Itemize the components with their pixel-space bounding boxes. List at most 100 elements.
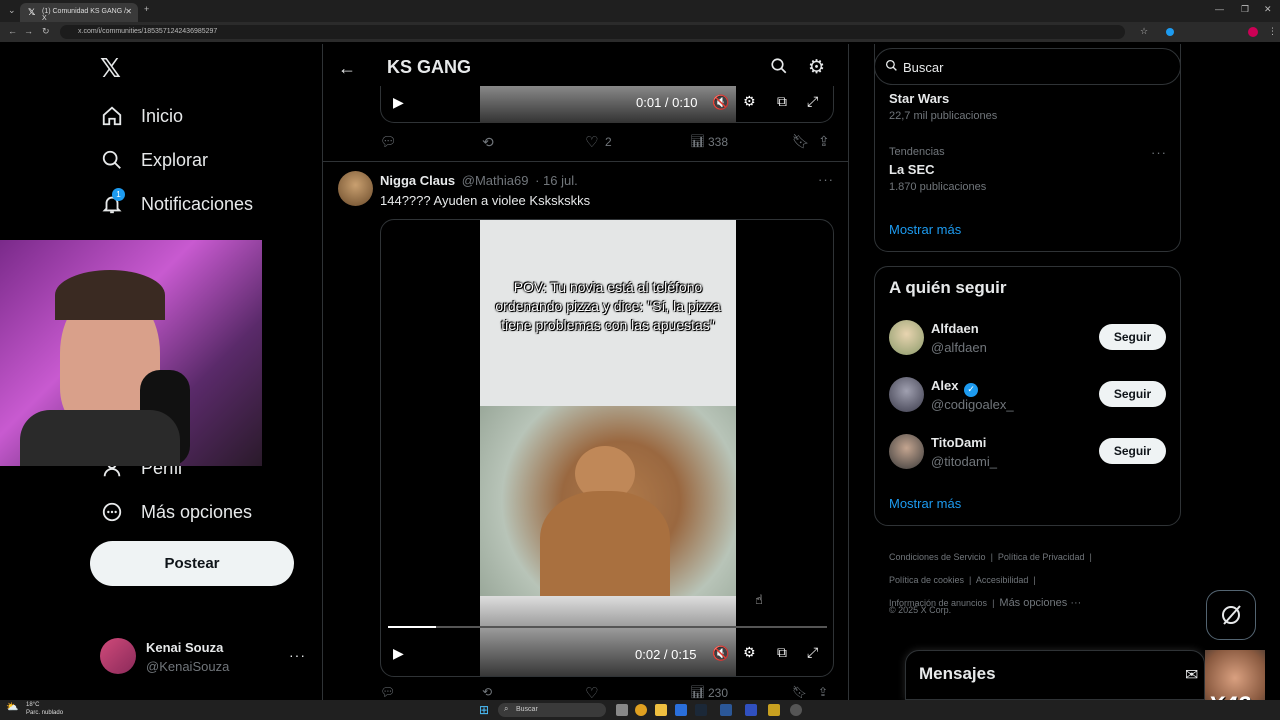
extension-icon[interactable]	[1166, 28, 1174, 36]
video-time: 0:01 / 0:10	[636, 95, 698, 110]
video-progress-track[interactable]	[388, 626, 827, 628]
tweet-author-avatar[interactable]	[338, 171, 373, 206]
fullscreen-icon[interactable]: ⤢	[807, 93, 818, 110]
x-logo-icon[interactable]: 𝕏	[100, 55, 126, 81]
reload-icon[interactable]: ↻	[42, 26, 50, 37]
privacy-link[interactable]: Política de Privacidad	[998, 552, 1085, 562]
volume-muted-icon[interactable]: 🔇	[712, 645, 729, 662]
avatar[interactable]	[100, 638, 136, 674]
retweet-icon[interactable]: ⟲	[482, 134, 494, 151]
follow-button[interactable]: Seguir	[1099, 438, 1166, 464]
browser-address-bar: ← → ↻ x.com/i/communities/18535712424369…	[0, 22, 1280, 42]
picture-in-picture-icon[interactable]: ⧉	[777, 644, 787, 661]
weather-widget[interactable]: 18°C Parc. nublado	[26, 701, 63, 717]
messages-drawer[interactable]: Mensajes ✉	[905, 650, 1205, 700]
tab-list-icon[interactable]: ⌄	[8, 5, 16, 16]
terms-link[interactable]: Condiciones de Servicio	[889, 552, 986, 562]
fullscreen-icon[interactable]: ⤢	[807, 644, 818, 661]
url-field[interactable]: x.com/i/communities/1853571242436985297	[60, 25, 1125, 39]
file-explorer-icon[interactable]	[655, 704, 667, 716]
app-icon[interactable]	[675, 704, 687, 716]
play-icon[interactable]: ▶	[393, 94, 404, 111]
like-icon[interactable]: ♡	[585, 685, 598, 699]
show-more-trends-link[interactable]: Mostrar más	[889, 222, 961, 237]
share-icon[interactable]: ⇪	[818, 133, 830, 150]
suggestion-handle[interactable]: @titodami_	[931, 454, 997, 469]
vegas-icon[interactable]	[745, 704, 757, 716]
show-more-suggestions-link[interactable]: Mostrar más	[889, 496, 961, 511]
suggestion-handle[interactable]: @alfdaen	[931, 340, 987, 355]
suggestion-avatar[interactable]	[889, 377, 924, 412]
tweet-author-name[interactable]: Nigga Claus	[380, 173, 455, 188]
back-icon[interactable]: ←	[8, 26, 17, 36]
tweet-date[interactable]: · 16 jul.	[535, 173, 578, 188]
tweet-video-player[interactable]: POV: Tu novia está al teléfono ordenando…	[380, 219, 834, 677]
suggestion-avatar[interactable]	[889, 434, 924, 469]
taskbar-search[interactable]: ⌕ Buscar	[498, 703, 606, 717]
views-icon[interactable]: 📊︎	[690, 134, 705, 148]
minimize-icon[interactable]: —	[1215, 4, 1224, 14]
settings-gear-icon[interactable]	[790, 704, 802, 716]
bookmark-star-icon[interactable]: ☆	[1140, 26, 1148, 37]
trend-item[interactable]: Tendencias La SEC 1.870 publicaciones	[889, 146, 986, 193]
new-message-icon[interactable]: ✉	[1185, 665, 1198, 685]
nav-item-inicio[interactable]: Inicio	[100, 101, 183, 131]
retweet-icon[interactable]: ⟲	[482, 685, 492, 699]
search-icon[interactable]	[770, 57, 788, 80]
steam-icon[interactable]	[695, 704, 707, 716]
task-view-icon[interactable]	[616, 704, 628, 716]
suggestion-name[interactable]: TitoDami	[931, 435, 986, 450]
nav-label: Explorar	[141, 149, 209, 170]
forward-icon[interactable]: →	[24, 26, 33, 36]
tweet-author-handle[interactable]: @Mathia69	[462, 173, 529, 188]
browser-menu-icon[interactable]: ⋮	[1268, 26, 1277, 37]
top-video-player[interactable]: ▶ 0:01 / 0:10 🔇 ⚙ ⧉ ⤢	[380, 86, 834, 123]
grok-button[interactable]	[1206, 590, 1256, 640]
play-icon[interactable]: ▶	[393, 645, 404, 662]
footer-more-link[interactable]: Más opciones ···	[999, 597, 1081, 609]
cookies-link[interactable]: Política de cookies	[889, 575, 964, 585]
windows-start-icon[interactable]: ⊞	[479, 703, 489, 717]
suggestion-name[interactable]: Alex ✓	[931, 378, 979, 397]
back-arrow-icon[interactable]: ←	[338, 58, 356, 79]
reply-icon[interactable]: 💬︎	[380, 134, 397, 150]
nav-item-explorar[interactable]: Explorar	[100, 145, 208, 175]
like-count: 2	[605, 135, 612, 149]
new-tab-icon[interactable]: +	[144, 4, 149, 14]
trend-item[interactable]: Star Wars 22,7 mil publicaciones	[889, 91, 997, 122]
reply-icon[interactable]: 💬︎	[380, 685, 395, 699]
settings-gear-icon[interactable]: ⚙	[808, 56, 825, 79]
app-icon[interactable]	[768, 704, 780, 716]
suggestion-handle[interactable]: @codigoalex_	[931, 397, 1014, 412]
verified-badge-icon: ✓	[964, 382, 979, 397]
follow-button[interactable]: Seguir	[1099, 324, 1166, 350]
bookmark-icon[interactable]: 🔖︎	[792, 133, 810, 150]
share-icon[interactable]: ⇪	[818, 685, 828, 699]
bookmark-icon[interactable]: 🔖︎	[792, 685, 807, 699]
trend-more-icon[interactable]: ···	[1151, 145, 1167, 160]
video-settings-icon[interactable]: ⚙	[743, 644, 756, 661]
tweet-more-icon[interactable]: ···	[818, 172, 834, 187]
app-icon[interactable]	[720, 704, 732, 716]
close-tab-icon[interactable]: ✕	[125, 7, 132, 16]
views-icon[interactable]: 📊︎	[690, 685, 705, 699]
page-title: KS GANG	[387, 57, 472, 77]
close-window-icon[interactable]: ✕	[1264, 4, 1272, 15]
suggestion-name[interactable]: Alfdaen	[931, 321, 979, 336]
account-menu-icon[interactable]: ···	[289, 647, 306, 663]
profile-icon[interactable]	[1248, 27, 1258, 37]
suggestion-avatar[interactable]	[889, 320, 924, 355]
accessibility-link[interactable]: Accesibilidad	[976, 575, 1029, 585]
post-button[interactable]: Postear	[90, 541, 294, 586]
video-settings-icon[interactable]: ⚙	[743, 93, 756, 110]
search-icon: ⌕	[504, 704, 509, 713]
like-icon[interactable]: ♡	[585, 133, 598, 151]
maximize-icon[interactable]: ❐	[1241, 4, 1249, 15]
nav-item-notificaciones[interactable]: 1 Notificaciones	[100, 188, 253, 219]
follow-button[interactable]: Seguir	[1099, 381, 1166, 407]
volume-muted-icon[interactable]: 🔇	[712, 94, 729, 111]
browser-tab[interactable]: 𝕏 (1) Comunidad KS GANG / X ✕	[20, 3, 138, 22]
chrome-icon[interactable]	[635, 704, 647, 716]
nav-item-mas-opciones[interactable]: Más opciones	[100, 497, 252, 527]
picture-in-picture-icon[interactable]: ⧉	[777, 93, 787, 110]
